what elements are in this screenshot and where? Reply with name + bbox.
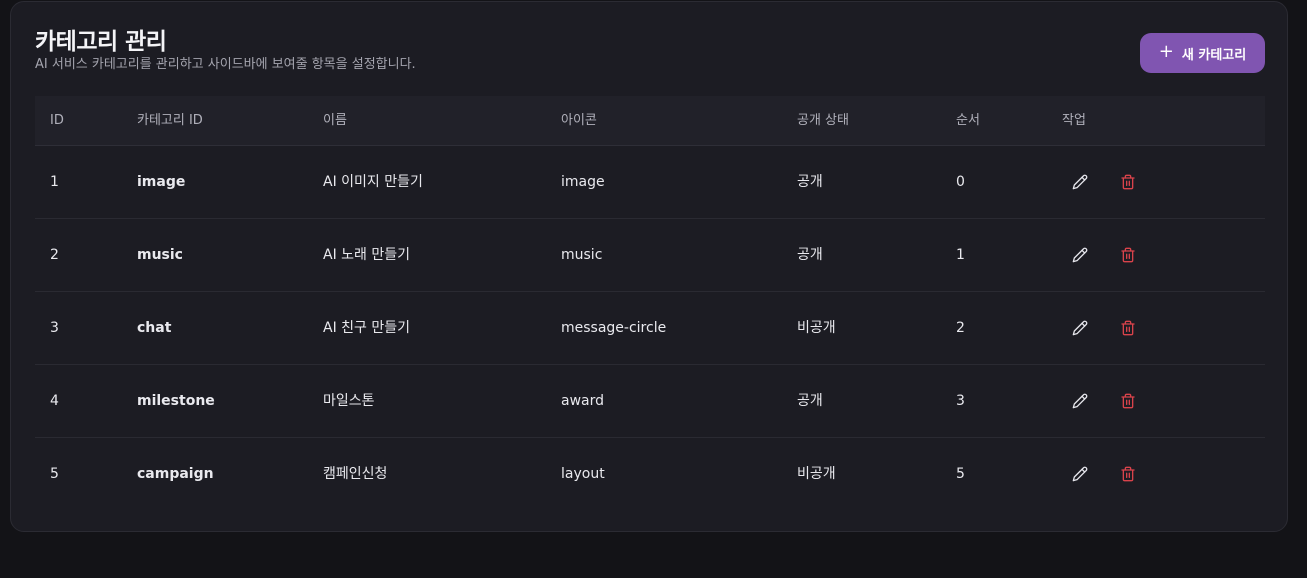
edit-button[interactable] (1070, 245, 1090, 265)
row-id: 2 (50, 247, 59, 263)
row-category-id: image (137, 174, 186, 190)
row-order: 0 (956, 174, 965, 190)
table-row: 3 chat AI 친구 만들기 message-circle 비공개 2 (35, 292, 1265, 365)
row-order: 2 (956, 320, 965, 336)
row-icon-name: layout (561, 466, 605, 482)
page-title: 카테고리 관리 (35, 29, 167, 55)
row-category-id: chat (137, 320, 172, 336)
row-name: 캠페인신청 (323, 466, 388, 482)
row-status: 공개 (797, 247, 823, 263)
row-order: 5 (956, 466, 965, 482)
row-id: 1 (50, 174, 59, 190)
table-row: 4 milestone 마일스톤 award 공개 3 (35, 365, 1265, 438)
row-id: 4 (50, 393, 59, 409)
row-name: AI 이미지 만들기 (323, 174, 423, 190)
trash-icon (1121, 393, 1135, 409)
delete-button[interactable] (1118, 245, 1138, 265)
category-card: 카테고리 관리 AI 서비스 카테고리를 관리하고 사이드바에 보여줄 항목을 … (10, 1, 1288, 532)
edit-button[interactable] (1070, 318, 1090, 338)
row-status: 공개 (797, 174, 823, 190)
trash-icon (1121, 174, 1135, 190)
row-status: 공개 (797, 393, 823, 409)
row-category-id: campaign (137, 466, 214, 482)
row-name: 마일스톤 (323, 393, 375, 409)
row-category-id: music (137, 247, 183, 263)
delete-button[interactable] (1118, 391, 1138, 411)
row-icon-name: image (561, 174, 605, 190)
row-status: 비공개 (797, 320, 836, 336)
edit-button[interactable] (1070, 464, 1090, 484)
table-header: ID 카테고리 ID 이름 아이콘 공개 상태 순서 작업 (35, 96, 1265, 146)
pencil-icon (1072, 393, 1088, 409)
category-table: ID 카테고리 ID 이름 아이콘 공개 상태 순서 작업 1 image AI… (35, 96, 1265, 510)
column-header-category-id: 카테고리 ID (137, 113, 203, 128)
row-category-id: milestone (137, 393, 215, 409)
delete-button[interactable] (1118, 172, 1138, 192)
table-row: 2 music AI 노래 만들기 music 공개 1 (35, 219, 1265, 292)
row-name: AI 노래 만들기 (323, 247, 411, 263)
column-header-id: ID (50, 113, 64, 128)
trash-icon (1121, 466, 1135, 482)
column-header-icon: 아이콘 (561, 113, 597, 128)
row-order: 3 (956, 393, 965, 409)
row-order: 1 (956, 247, 965, 263)
row-status: 비공개 (797, 466, 836, 482)
pencil-icon (1072, 174, 1088, 190)
column-header-name: 이름 (323, 113, 347, 128)
row-id: 5 (50, 466, 59, 482)
row-name: AI 친구 만들기 (323, 320, 411, 336)
row-icon-name: music (561, 247, 603, 263)
page-subtitle: AI 서비스 카테고리를 관리하고 사이드바에 보여줄 항목을 설정합니다. (35, 57, 416, 72)
pencil-icon (1072, 466, 1088, 482)
table-row: 5 campaign 캠페인신청 layout 비공개 5 (35, 438, 1265, 510)
table-row: 1 image AI 이미지 만들기 image 공개 0 (35, 146, 1265, 219)
pencil-icon (1072, 247, 1088, 263)
edit-button[interactable] (1070, 172, 1090, 192)
new-category-button[interactable]: + 새 카테고리 (1140, 33, 1265, 73)
trash-icon (1121, 320, 1135, 336)
edit-button[interactable] (1070, 391, 1090, 411)
column-header-actions: 작업 (1062, 113, 1086, 128)
column-header-order: 순서 (956, 113, 980, 128)
column-header-status: 공개 상태 (797, 113, 849, 128)
row-icon-name: message-circle (561, 320, 667, 336)
delete-button[interactable] (1118, 318, 1138, 338)
plus-icon: + (1158, 41, 1174, 62)
pencil-icon (1072, 320, 1088, 336)
trash-icon (1121, 247, 1135, 263)
new-category-button-label: 새 카테고리 (1181, 47, 1247, 63)
row-icon-name: award (561, 393, 605, 409)
delete-button[interactable] (1118, 464, 1138, 484)
row-id: 3 (50, 320, 59, 336)
